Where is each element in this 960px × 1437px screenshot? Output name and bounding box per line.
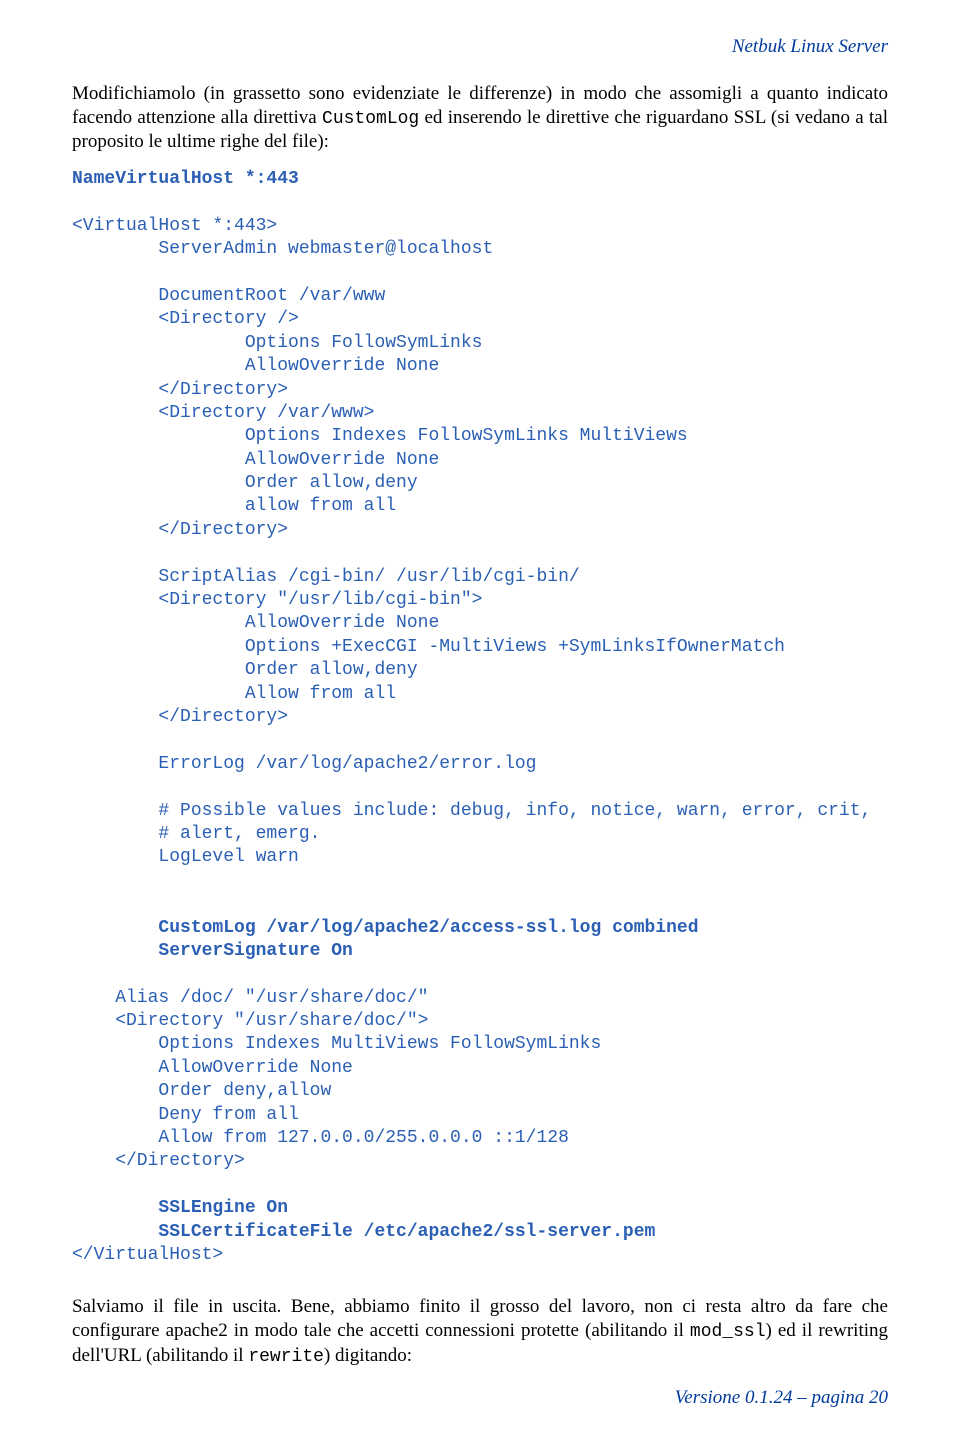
page-header: Netbuk Linux Server — [72, 36, 888, 58]
code-line: AllowOverride None — [72, 613, 439, 633]
code-line: </Directory> — [72, 707, 288, 727]
code-line: <Directory /var/www> — [72, 403, 374, 423]
code-line: SSLCertificateFile /etc/apache2/ssl-serv… — [72, 1222, 655, 1242]
code-line: Allow from 127.0.0.0/255.0.0.0 ::1/128 — [72, 1128, 569, 1148]
code-line: Order allow,deny — [72, 660, 418, 680]
code-line: # alert, emerg. — [72, 824, 320, 844]
code-line: <VirtualHost *:443> — [72, 216, 277, 236]
code-line: Allow from all — [72, 684, 396, 704]
code-line: CustomLog /var/log/apache2/access-ssl.lo… — [72, 918, 699, 938]
code-line: DocumentRoot /var/www — [72, 286, 385, 306]
paragraph-2: Salviamo il file in uscita. Bene, abbiam… — [72, 1295, 888, 1368]
code-line: <Directory "/usr/share/doc/"> — [72, 1011, 428, 1031]
code-line: AllowOverride None — [72, 1058, 353, 1078]
code-line: NameVirtualHost *:443 — [72, 169, 299, 189]
code-line: Order deny,allow — [72, 1081, 331, 1101]
inline-code-rewrite: rewrite — [248, 1347, 324, 1367]
code-line: ScriptAlias /cgi-bin/ /usr/lib/cgi-bin/ — [72, 567, 580, 587]
code-line: Alias /doc/ "/usr/share/doc/" — [72, 988, 428, 1008]
code-line: Options Indexes MultiViews FollowSymLink… — [72, 1034, 601, 1054]
code-line: </Directory> — [72, 520, 288, 540]
code-line: <Directory /> — [72, 309, 299, 329]
code-line: ServerAdmin webmaster@localhost — [72, 239, 493, 259]
code-line: </Directory> — [72, 1151, 245, 1171]
code-line: allow from all — [72, 496, 396, 516]
code-line: Options Indexes FollowSymLinks MultiView… — [72, 426, 688, 446]
inline-code-customlog: CustomLog — [322, 109, 419, 129]
code-line: </Directory> — [72, 380, 288, 400]
code-line: Order allow,deny — [72, 473, 418, 493]
code-line: AllowOverride None — [72, 356, 439, 376]
code-line: Options +ExecCGI -MultiViews +SymLinksIf… — [72, 637, 785, 657]
paragraph-1: Modifichiamolo (in grassetto sono eviden… — [72, 82, 888, 154]
code-block: NameVirtualHost *:443 <VirtualHost *:443… — [72, 168, 888, 1267]
code-line: </VirtualHost> — [72, 1245, 223, 1265]
code-line: Deny from all — [72, 1105, 299, 1125]
code-line: SSLEngine On — [72, 1198, 288, 1218]
inline-code-modssl: mod_ssl — [690, 1322, 766, 1342]
code-line: ServerSignature On — [72, 941, 353, 961]
page: Netbuk Linux Server Modifichiamolo (in g… — [0, 0, 960, 1437]
code-line: AllowOverride None — [72, 450, 439, 470]
para2-text-post: ) digitando: — [324, 1345, 412, 1366]
code-line: Options FollowSymLinks — [72, 333, 482, 353]
code-line: # Possible values include: debug, info, … — [72, 801, 871, 821]
page-footer: Versione 0.1.24 – pagina 20 — [675, 1387, 888, 1409]
code-line: <Directory "/usr/lib/cgi-bin"> — [72, 590, 482, 610]
code-line: LogLevel warn — [72, 847, 299, 867]
code-line: ErrorLog /var/log/apache2/error.log — [72, 754, 536, 774]
